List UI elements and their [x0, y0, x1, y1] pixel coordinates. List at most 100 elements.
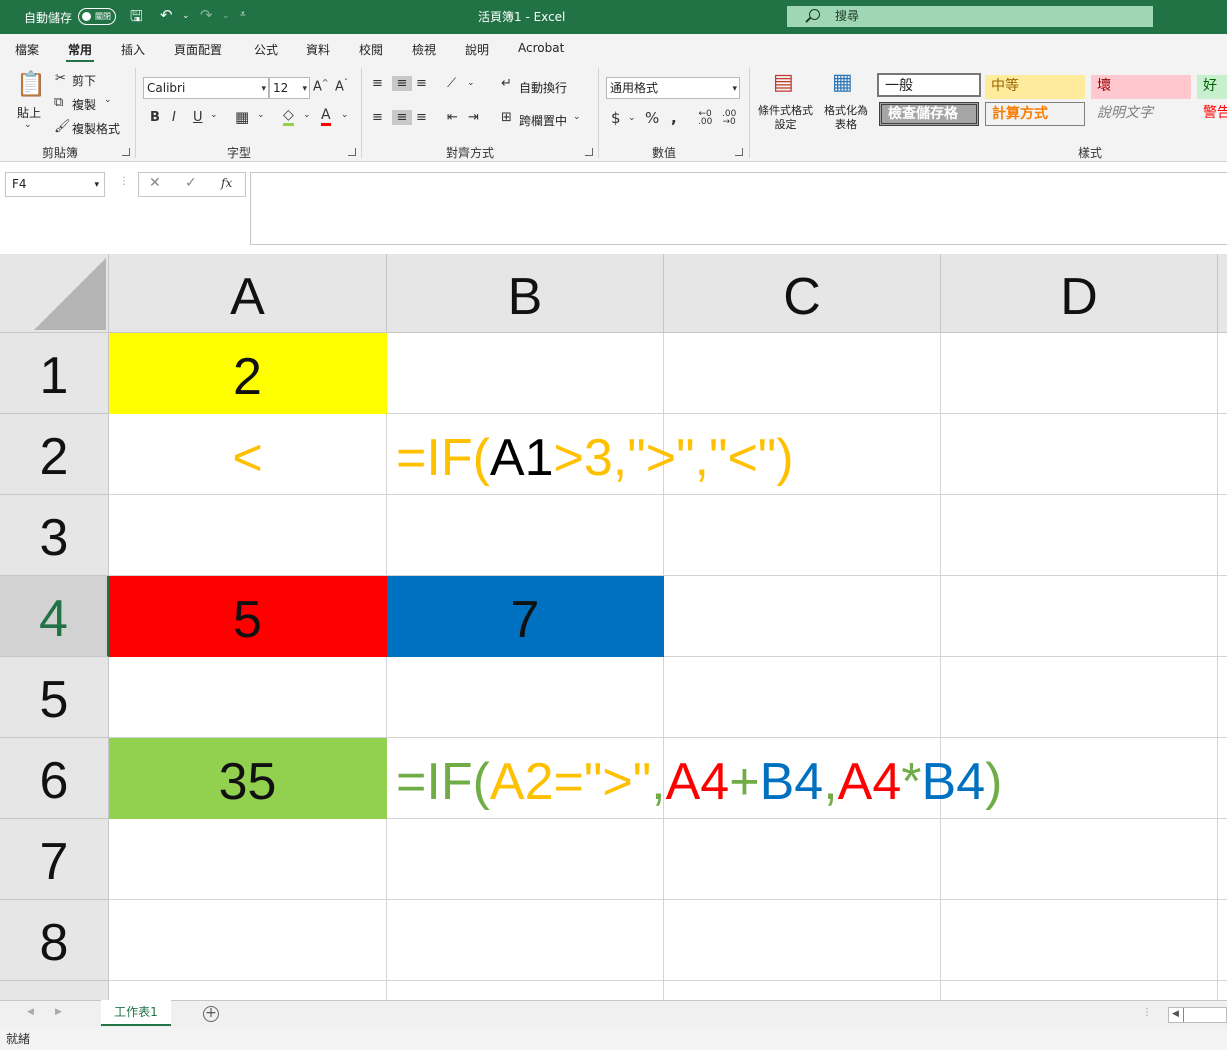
tab-acrobat[interactable]: Acrobat — [518, 41, 564, 55]
cancel-icon[interactable]: ✕ — [149, 175, 161, 191]
cell-a2[interactable]: < — [109, 414, 387, 495]
border-dropdown-icon[interactable]: ⌄ — [257, 110, 265, 120]
cell-d4[interactable] — [941, 576, 1218, 657]
orientation-dropdown-icon[interactable]: ⌄ — [467, 78, 475, 88]
decrease-decimal-icon[interactable]: .00 →0 — [722, 110, 736, 127]
fill-dropdown-icon[interactable]: ⌄ — [303, 110, 311, 120]
increase-decimal-icon[interactable]: ←0.00 — [698, 110, 712, 127]
drag-handle-icon[interactable]: ⋮ — [119, 176, 129, 187]
row-header-5[interactable]: 5 — [0, 657, 109, 738]
horizontal-scrollbar[interactable]: ◀ — [1168, 1007, 1227, 1023]
cell-e9[interactable] — [1218, 981, 1227, 1000]
wrap-text-icon[interactable]: ↵ — [501, 76, 512, 91]
tab-insert[interactable]: 插入 — [121, 41, 145, 58]
undo-dropdown-icon[interactable]: ⌄ — [182, 11, 190, 21]
conditional-formatting-icon[interactable]: ▤ — [773, 70, 794, 95]
tab-formulas[interactable]: 公式 — [254, 41, 278, 58]
cell-e1[interactable] — [1218, 333, 1227, 414]
column-header-b[interactable]: B — [387, 254, 664, 333]
font-color-dropdown-icon[interactable]: ⌄ — [341, 110, 349, 120]
currency-dropdown-icon[interactable]: ⌄ — [628, 113, 636, 123]
paste-button[interactable]: 貼上 — [17, 104, 41, 121]
decrease-font-icon[interactable]: Aˇ — [335, 78, 348, 94]
tab-home[interactable]: 常用 — [65, 41, 95, 63]
format-as-table-icon[interactable]: ▦ — [832, 70, 853, 95]
cell-c4[interactable] — [664, 576, 941, 657]
cell-d7[interactable] — [941, 819, 1218, 900]
cell-a4[interactable]: 5 — [109, 576, 387, 657]
cell-e4[interactable] — [1218, 576, 1227, 657]
search-input[interactable]: 搜尋 — [787, 6, 1153, 27]
copy-dropdown-icon[interactable]: ⌄ — [104, 95, 112, 105]
redo-dropdown-icon[interactable]: ⌄ — [222, 11, 230, 21]
increase-font-icon[interactable]: A^ — [313, 78, 329, 94]
name-box[interactable]: F4 ▾ — [5, 172, 105, 197]
style-good[interactable]: 好 — [1197, 75, 1227, 99]
split-handle-icon[interactable]: ⋮ — [1142, 1007, 1152, 1018]
align-top-icon[interactable]: ≡ — [372, 76, 383, 91]
row-header-1[interactable]: 1 — [0, 333, 109, 414]
row-header-9[interactable] — [0, 981, 109, 1000]
tab-review[interactable]: 校閱 — [359, 41, 383, 58]
undo-icon[interactable]: ↶ — [160, 6, 173, 24]
tab-data[interactable]: 資料 — [306, 41, 330, 58]
row-header-8[interactable]: 8 — [0, 900, 109, 981]
cut-icon[interactable]: ✂ — [55, 71, 66, 86]
cell-a9[interactable] — [109, 981, 387, 1000]
cell-a5[interactable] — [109, 657, 387, 738]
row-header-2[interactable]: 2 — [0, 414, 109, 495]
fill-color-icon[interactable]: ◇ — [283, 108, 294, 126]
cell-d5[interactable] — [941, 657, 1218, 738]
cell-c3[interactable] — [664, 495, 941, 576]
merge-center-button[interactable]: 跨欄置中 — [519, 112, 567, 129]
scrollbar-left-arrow-icon[interactable]: ◀ — [1172, 1009, 1179, 1019]
paste-icon[interactable]: 📋 — [16, 70, 46, 98]
paste-dropdown-icon[interactable]: ⌄ — [24, 120, 32, 130]
style-neutral[interactable]: 中等 — [985, 75, 1085, 99]
insert-function-icon[interactable]: fx — [221, 176, 232, 190]
underline-dropdown-icon[interactable]: ⌄ — [210, 110, 218, 120]
cell-a1[interactable]: 2 — [109, 333, 387, 414]
cell-a3[interactable] — [109, 495, 387, 576]
number-format-select[interactable]: 通用格式 ▾ — [606, 77, 740, 99]
row-header-3[interactable]: 3 — [0, 495, 109, 576]
column-header-e[interactable] — [1218, 254, 1227, 333]
cell-d2[interactable] — [941, 414, 1218, 495]
cell-c8[interactable] — [664, 900, 941, 981]
style-warning[interactable]: 警告 — [1197, 102, 1227, 126]
align-bottom-icon[interactable]: ≡ — [416, 76, 427, 91]
cell-b7[interactable] — [387, 819, 664, 900]
scroll-left-icon[interactable]: ◀ — [27, 1007, 34, 1017]
cell-e6[interactable] — [1218, 738, 1227, 819]
copy-button[interactable]: 複製 — [72, 96, 96, 113]
currency-icon[interactable]: $ — [611, 109, 621, 127]
style-check-cell[interactable]: 檢查儲存格 — [879, 102, 979, 126]
align-middle-icon[interactable]: ≡ — [392, 76, 412, 91]
customize-toolbar-icon[interactable]: ⩡ — [240, 9, 246, 20]
font-color-icon[interactable]: A — [321, 108, 331, 126]
font-name-select[interactable]: Calibri ▾ — [143, 77, 269, 99]
cell-b3[interactable] — [387, 495, 664, 576]
tab-page-layout[interactable]: 頁面配置 — [174, 41, 222, 58]
enter-icon[interactable]: ✓ — [185, 175, 197, 191]
cell-c5[interactable] — [664, 657, 941, 738]
formula-input[interactable] — [250, 172, 1227, 245]
cell-d1[interactable] — [941, 333, 1218, 414]
cell-e8[interactable] — [1218, 900, 1227, 981]
row-header-4[interactable]: 4 — [0, 576, 109, 657]
align-left-icon[interactable]: ≡ — [372, 110, 383, 125]
format-painter-button[interactable]: 複製格式 — [72, 120, 120, 137]
add-sheet-icon[interactable]: + — [203, 1006, 219, 1022]
sheet-tab-1[interactable]: 工作表1 — [101, 1000, 171, 1026]
cell-e2[interactable] — [1218, 414, 1227, 495]
cut-button[interactable]: 剪下 — [72, 72, 96, 89]
copy-icon[interactable]: ⧉ — [54, 95, 63, 110]
scroll-right-icon[interactable]: ▶ — [55, 1007, 62, 1017]
font-size-select[interactable]: 12 ▾ — [269, 77, 310, 99]
cell-b8[interactable] — [387, 900, 664, 981]
cell-c7[interactable] — [664, 819, 941, 900]
alignment-launcher-icon[interactable] — [585, 148, 593, 156]
format-painter-icon[interactable]: 🖌 — [54, 119, 71, 134]
column-header-d[interactable]: D — [941, 254, 1218, 333]
redo-icon[interactable]: ↷ — [200, 6, 213, 24]
